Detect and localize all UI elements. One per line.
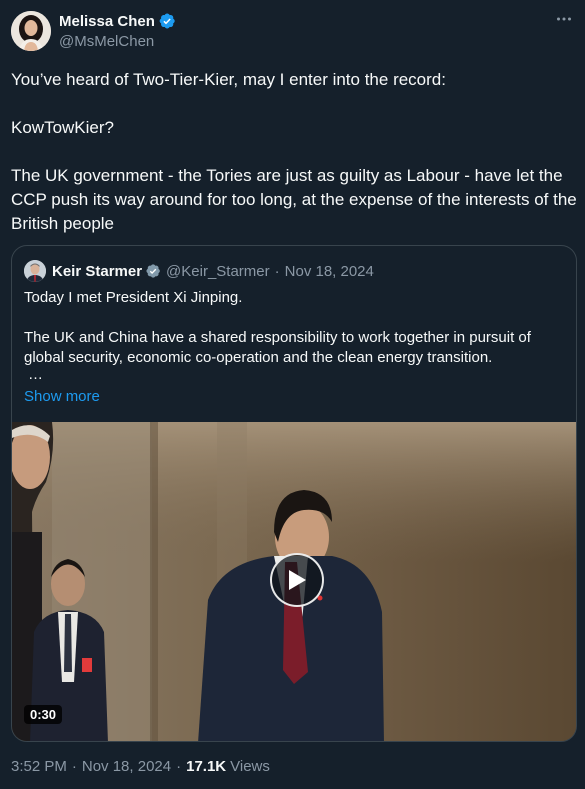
quoted-author-avatar[interactable] bbox=[24, 260, 46, 282]
video-player[interactable]: 0:30 bbox=[12, 422, 576, 741]
show-more-link[interactable]: Show more bbox=[24, 388, 100, 405]
separator-dot: · bbox=[176, 758, 182, 775]
author-avatar[interactable] bbox=[11, 11, 51, 51]
tweet-paragraph: KowTowKier? bbox=[11, 118, 114, 137]
tweet-paragraph: You’ve heard of Two-Tier-Kier, may I ent… bbox=[11, 70, 446, 89]
tweet-meta: 3:52 PM · Nov 18, 2024 · 17.1K Views bbox=[11, 758, 270, 775]
tweet-date[interactable]: Nov 18, 2024 bbox=[82, 758, 171, 775]
separator-dot: · bbox=[71, 758, 77, 775]
verified-badge-icon bbox=[159, 13, 175, 29]
truncation-ellipsis: … bbox=[28, 366, 43, 383]
quoted-tweet-text: Today I met President Xi Jinping. The UK… bbox=[24, 288, 564, 368]
tweet-time[interactable]: 3:52 PM bbox=[11, 758, 67, 775]
quoted-paragraph: Today I met President Xi Jinping. bbox=[24, 289, 243, 306]
author-display-name[interactable]: Melissa Chen bbox=[59, 13, 155, 30]
tweet-card: Melissa Chen @MsMelChen You’ve heard of … bbox=[0, 0, 585, 789]
author-handle[interactable]: @MsMelChen bbox=[59, 33, 154, 50]
quoted-verified-badge-icon bbox=[146, 264, 160, 278]
tweet-text: You’ve heard of Two-Tier-Kier, may I ent… bbox=[11, 68, 579, 236]
tweet-paragraph: The UK government - the Tories are just … bbox=[11, 166, 577, 233]
video-duration-badge: 0:30 bbox=[24, 705, 63, 724]
views-label: Views bbox=[230, 758, 270, 775]
views-count[interactable]: 17.1K bbox=[186, 758, 226, 775]
quoted-author-handle[interactable]: @Keir_Starmer bbox=[166, 263, 270, 280]
quoted-tweet-header: Keir Starmer @Keir_Starmer · Nov 18, 202… bbox=[24, 260, 374, 282]
quoted-tweet-date[interactable]: Nov 18, 2024 bbox=[285, 263, 374, 280]
separator-dot: · bbox=[274, 262, 280, 280]
play-button[interactable] bbox=[270, 553, 324, 607]
quoted-paragraph: The UK and China have a shared responsib… bbox=[24, 329, 531, 366]
quoted-author-name[interactable]: Keir Starmer bbox=[52, 263, 142, 280]
play-icon bbox=[289, 570, 306, 590]
quoted-tweet[interactable]: Keir Starmer @Keir_Starmer · Nov 18, 202… bbox=[11, 245, 577, 742]
author-name-row: Melissa Chen bbox=[59, 12, 176, 30]
more-options-icon[interactable] bbox=[553, 8, 575, 30]
